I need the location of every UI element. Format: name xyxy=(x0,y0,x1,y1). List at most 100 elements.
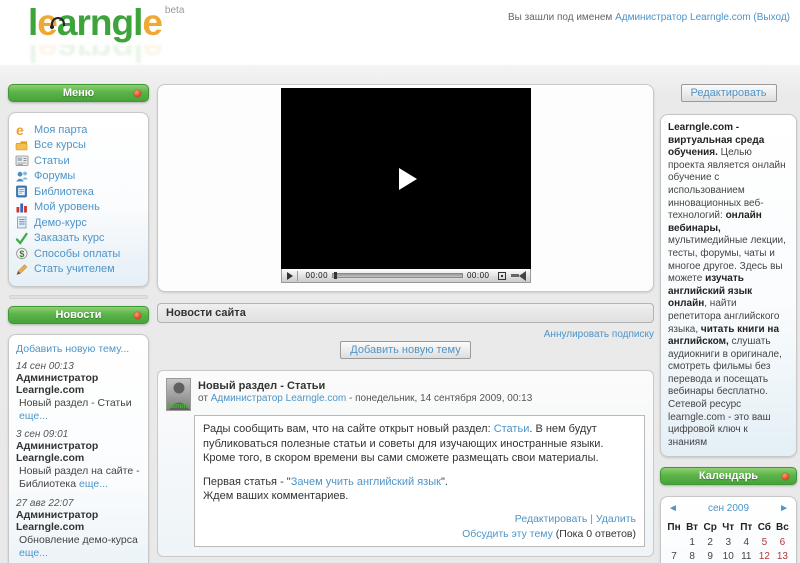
video-progress-bar[interactable] xyxy=(332,272,463,279)
menu-item-articles[interactable]: Статьи xyxy=(15,153,142,169)
calendar-day[interactable]: 3 xyxy=(719,535,737,549)
logo[interactable]: learngle beta learngle xyxy=(28,2,185,67)
post-edit-link[interactable]: Редактировать xyxy=(515,513,588,525)
calendar-day[interactable]: 10 xyxy=(719,549,737,563)
news-item-author: Администратор Learngle.com xyxy=(16,508,99,533)
calendar-day[interactable]: 4 xyxy=(737,535,755,549)
avatar[interactable]: admin xyxy=(166,378,191,411)
menu-item-my-level[interactable]: Мой уровень xyxy=(15,200,142,216)
add-topic-button[interactable]: Добавить новую тему xyxy=(340,341,471,359)
main-column: 00:00 00:00 Новости сайта Аннулировать п… xyxy=(157,84,654,563)
calendar-day[interactable]: 5 xyxy=(755,535,773,549)
courses-icon xyxy=(15,139,30,152)
menu-item-label: Статьи xyxy=(34,154,70,167)
volume-icon[interactable] xyxy=(510,270,526,281)
collapse-dot-icon[interactable] xyxy=(134,90,141,97)
menu-item-label: Демо-курс xyxy=(34,216,87,229)
video-controls: 00:00 00:00 xyxy=(280,269,531,283)
calendar-header-label: Календарь xyxy=(698,470,759,483)
right-sidebar: Редактировать Learngle.com - виртуальная… xyxy=(660,84,797,563)
library-icon xyxy=(15,185,30,198)
post-article-link[interactable]: Зачем учить английский язык xyxy=(291,476,441,488)
news-item-author: Администратор Learngle.com xyxy=(16,372,99,396)
calendar-panel: ◄ сен 2009 ► Пн Вт Ср Чт Пт Сб Вс 1 2 3 4 5 6 7 8 9 10 1… xyxy=(660,496,797,563)
post-inline-link[interactable]: Статьи xyxy=(494,423,530,435)
unsubscribe-link[interactable]: Аннулировать подписку xyxy=(544,329,654,340)
menu-item-label: Все курсы xyxy=(34,139,86,152)
calendar-day[interactable]: 13 xyxy=(773,549,791,563)
current-user-link[interactable]: Администратор Learngle.com xyxy=(615,12,751,23)
news-more-link[interactable]: еще... xyxy=(19,410,48,422)
menu-item-library[interactable]: Библиотека xyxy=(15,184,142,200)
news-item: 3 сен 09:01 Администратор Learngle.com Нов… xyxy=(16,429,141,491)
payment-icon: $ xyxy=(15,247,30,260)
news-panel: Добавить новую тему... 14 сен 00:13 Админ… xyxy=(8,334,149,563)
calendar-day[interactable]: 2 xyxy=(701,535,719,549)
logo-text: learngle xyxy=(28,2,163,43)
menu-item-label: Моя парта xyxy=(34,123,88,136)
menu-item-all-courses[interactable]: Все курсы xyxy=(15,138,142,154)
level-icon xyxy=(15,201,30,214)
controls-divider xyxy=(296,270,298,281)
calendar-day[interactable]: 11 xyxy=(737,549,755,563)
calendar-day[interactable]: 1 xyxy=(683,535,701,549)
calendar-day[interactable]: 7 xyxy=(665,549,683,563)
post-delete-link[interactable]: Удалить xyxy=(596,513,636,525)
menu-item-label: Библиотека xyxy=(34,185,94,198)
calendar-day[interactable]: 12 xyxy=(755,549,773,563)
news-item-text: Новый раздел - Статьи еще... xyxy=(19,397,132,423)
calendar-day[interactable]: 8 xyxy=(683,549,701,563)
post-byline: от Администратор Learngle.com - понедель… xyxy=(198,393,533,404)
calendar-day-header: Ср xyxy=(703,522,717,534)
post-body: Рады сообщить вам, что на сайте открыт н… xyxy=(194,415,645,548)
menu-item-label: Способы оплаты xyxy=(34,247,121,260)
headset-icon xyxy=(50,17,65,29)
video-time-total: 00:00 xyxy=(466,271,490,280)
news-item-text: Новый раздел на сайте - Библиотека еще..… xyxy=(19,465,140,491)
menu-item-label: Заказать курс xyxy=(34,232,105,245)
video-player: 00:00 00:00 xyxy=(280,88,531,283)
post-discuss-link[interactable]: Обсудить эту тему xyxy=(462,528,553,540)
logo-reflection: learngle xyxy=(28,45,162,67)
calendar-prev-button[interactable]: ◄ xyxy=(668,503,678,514)
menu-item-forums[interactable]: Форумы xyxy=(15,169,142,185)
calendar-day xyxy=(665,535,683,549)
svg-text:$: $ xyxy=(19,249,24,259)
calendar-day[interactable]: 9 xyxy=(701,549,719,563)
edit-button[interactable]: Редактировать xyxy=(680,84,777,102)
forum-post: admin Новый раздел - Статьи от Администр… xyxy=(157,370,654,558)
post-actions: Редактировать | Удалить xyxy=(514,512,636,525)
calendar-day-header: Вт xyxy=(686,522,699,534)
news-item-date: 3 сен 09:01 xyxy=(16,429,69,441)
play-overlay-icon[interactable] xyxy=(398,167,417,190)
news-more-link[interactable]: еще... xyxy=(19,547,48,559)
menu-item-demo-course[interactable]: Демо-курс xyxy=(15,215,142,231)
logo-beta-label: beta xyxy=(164,5,185,16)
news-more-link[interactable]: еще... xyxy=(79,478,108,490)
post-meta: Новый раздел - Статьи от Администратор L… xyxy=(198,378,532,411)
menu-item-become-teacher[interactable]: Стать учителем xyxy=(15,262,142,278)
menu-item-payment-methods[interactable]: $ Способы оплаты xyxy=(15,246,142,262)
calendar-next-button[interactable]: ► xyxy=(779,503,789,514)
calendar-nav: ◄ сен 2009 ► xyxy=(665,503,792,520)
video-progress-thumb[interactable] xyxy=(334,272,338,279)
video-panel: 00:00 00:00 xyxy=(157,84,654,292)
menu-item-order-course[interactable]: Заказать курс xyxy=(15,231,142,247)
collapse-dot-icon[interactable] xyxy=(782,473,789,481)
news-header: Новости xyxy=(8,306,149,324)
calendar-day-header: Пн xyxy=(667,522,681,534)
calendar-day[interactable]: 6 xyxy=(773,535,791,549)
news-header-label: Новости xyxy=(55,309,102,321)
fullscreen-icon[interactable] xyxy=(497,271,506,280)
collapse-dot-icon[interactable] xyxy=(134,312,141,319)
video-screen[interactable] xyxy=(280,88,531,269)
post-author-link[interactable]: Администратор Learngle.com xyxy=(211,393,347,404)
logout-link[interactable]: (Выход) xyxy=(753,12,790,23)
news-add-topic-link[interactable]: Добавить новую тему... xyxy=(16,343,141,355)
order-icon xyxy=(15,232,30,245)
calendar-month-label: сен 2009 xyxy=(707,503,750,515)
post-head: admin Новый раздел - Статьи от Администр… xyxy=(166,378,645,411)
video-play-button[interactable] xyxy=(286,271,293,280)
menu-list: e Моя парта Все курсы Статьи Форумы Библиотек… xyxy=(15,122,142,277)
menu-item-my-desk[interactable]: e Моя парта xyxy=(15,122,142,138)
